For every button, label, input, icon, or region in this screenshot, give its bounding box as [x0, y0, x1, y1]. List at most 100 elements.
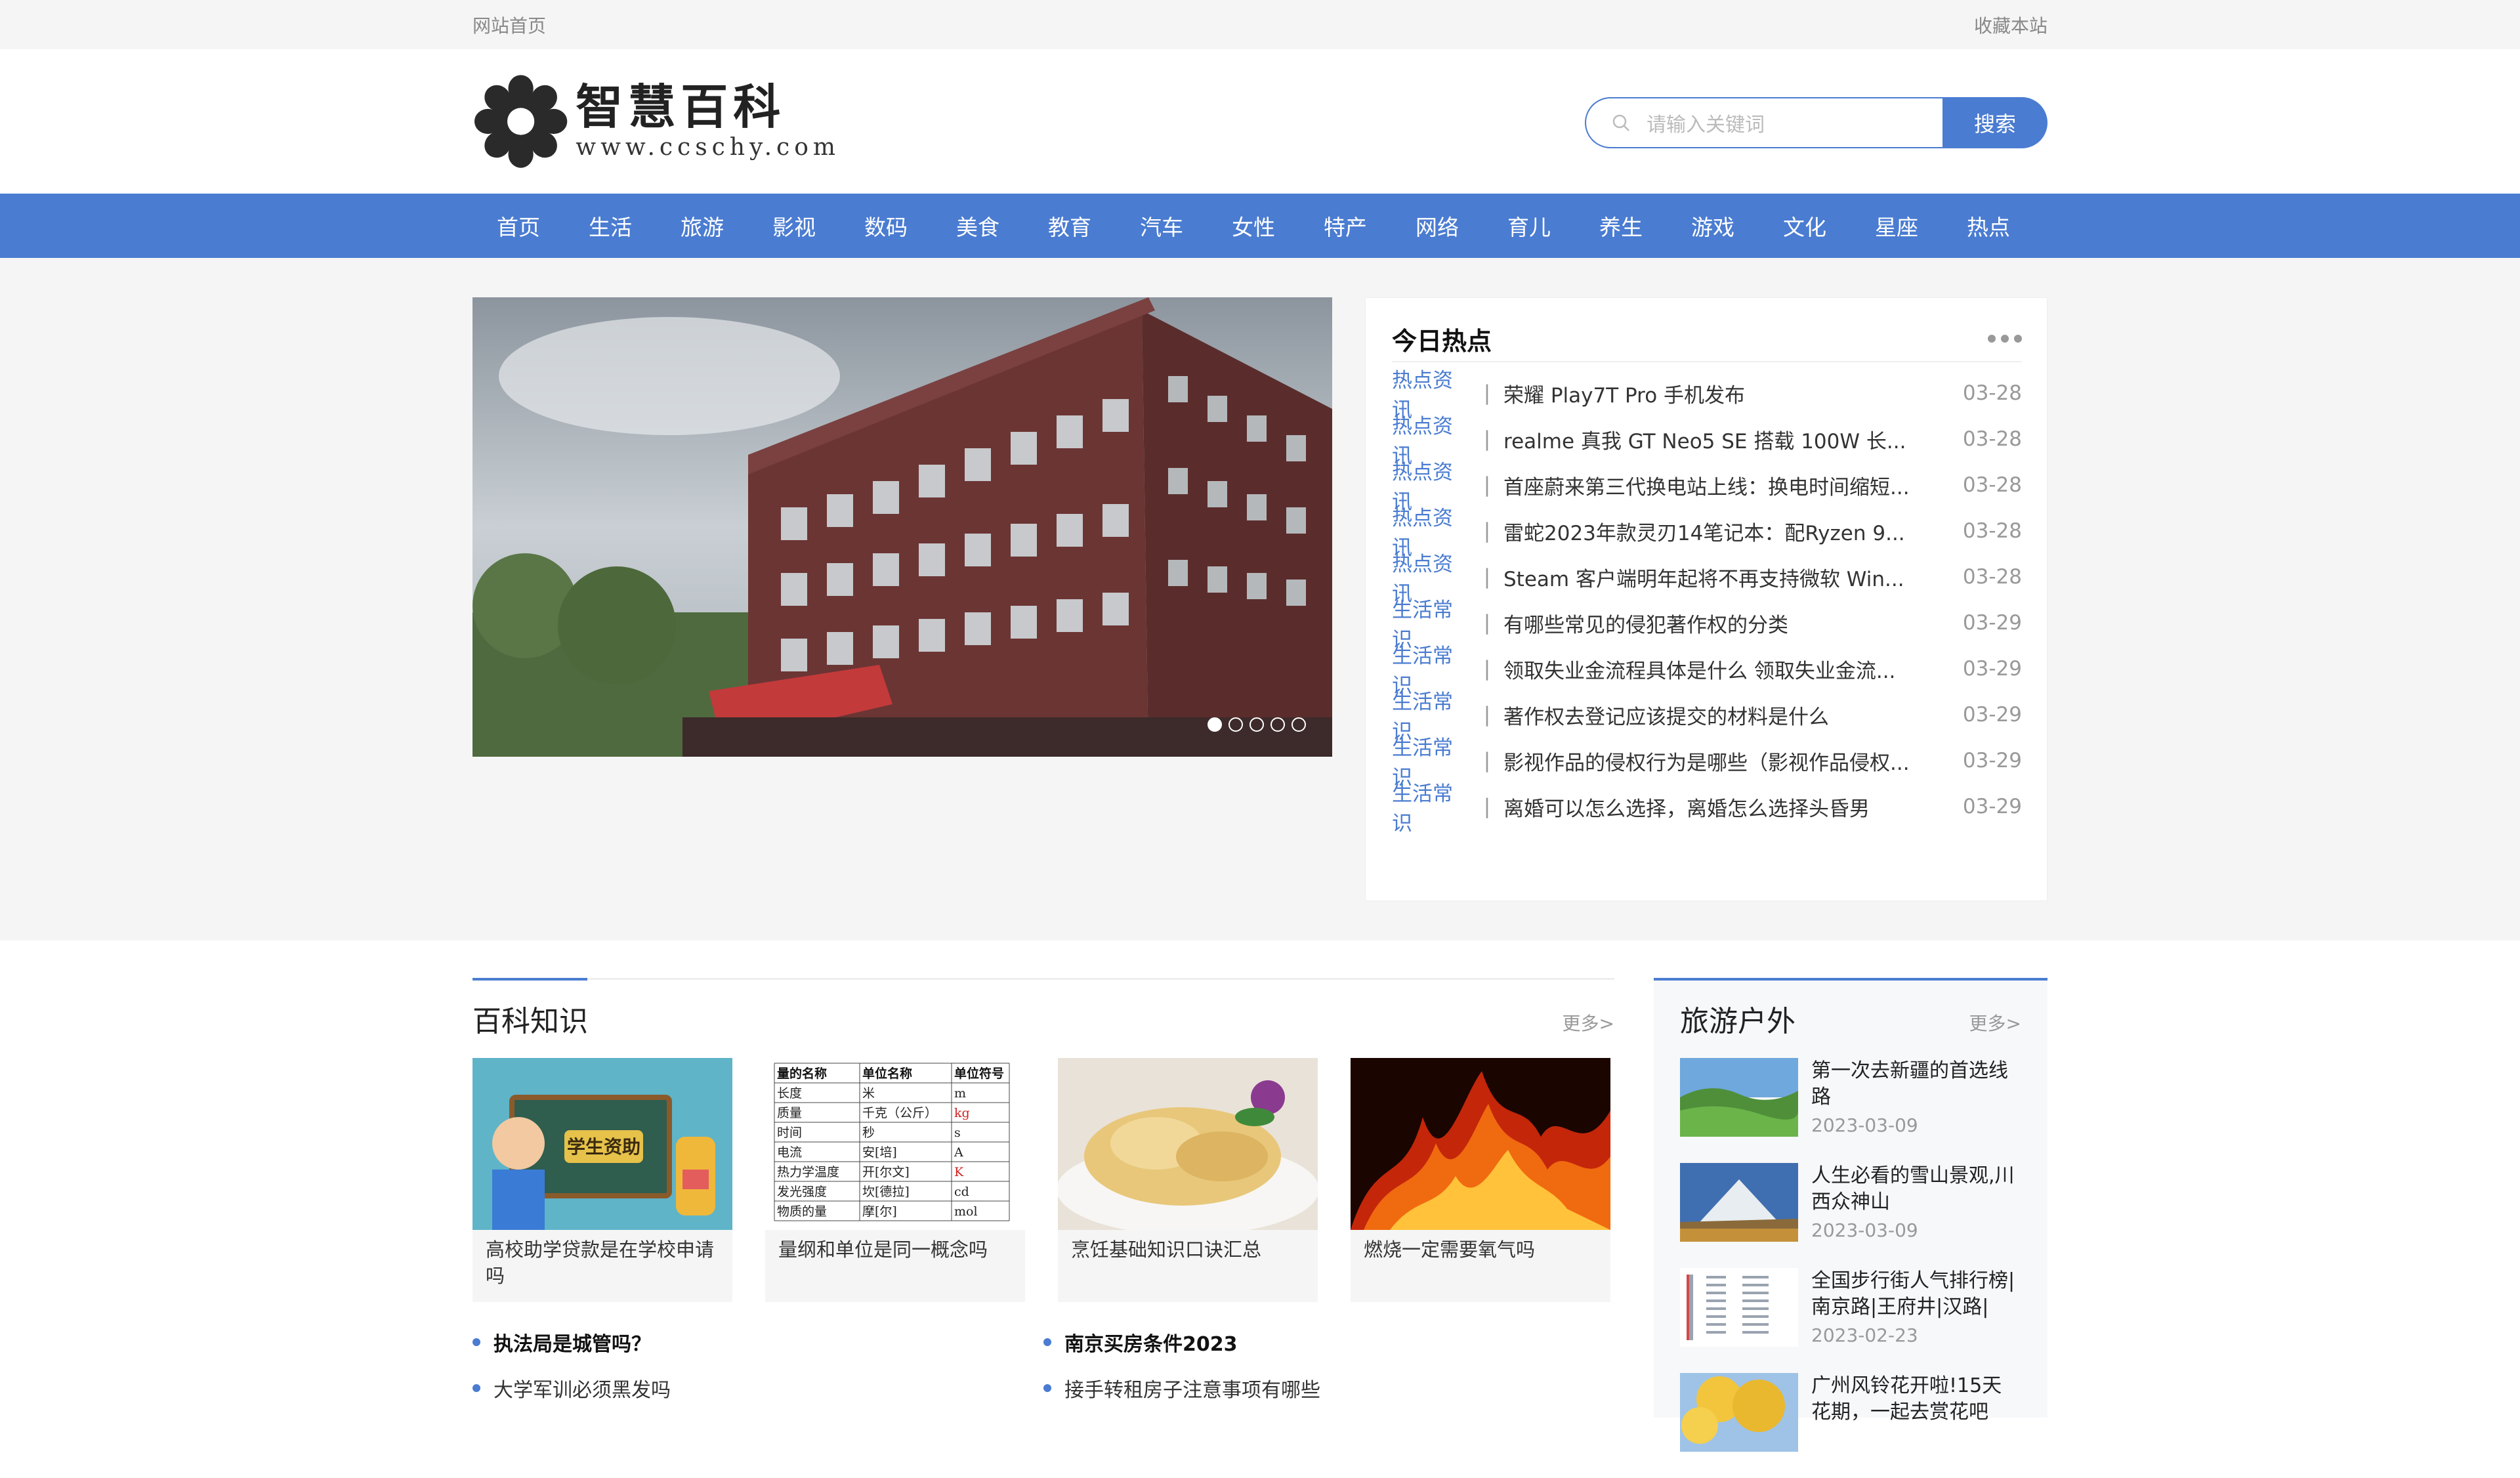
- hot-list-item[interactable]: 生活常识 | 离婚可以怎么选择，离婚怎么选择头昏男 03-29: [1392, 782, 2022, 835]
- section-divider: [1654, 978, 2048, 981]
- knowledge-card[interactable]: 量的名称 单位名称 单位符号 长度 米 m 质量 千克（公斤） kg 时间 秒 s 电流 安[培] A 热力学…: [765, 1058, 1025, 1302]
- knowledge-more-link[interactable]: 更多>: [1563, 1009, 1614, 1036]
- hot-list-item[interactable]: 生活常识 | 领取失业金流程具体是什么 领取失业金流... 03-29: [1392, 644, 2022, 698]
- knowledge-card[interactable]: 学生资助 高校助学贷款是在学校申请吗: [472, 1058, 732, 1302]
- ranking-list-image: [1680, 1268, 1798, 1347]
- carousel-dot-3[interactable]: [1250, 717, 1264, 732]
- hot-list-item[interactable]: 热点资讯 | 雷蛇2023年款灵刃14笔记本：配Ryzen 9... 03-28: [1392, 507, 2022, 560]
- knowledge-card[interactable]: 烹饪基础知识口诀汇总: [1058, 1058, 1318, 1302]
- units-table-cell: 时间: [777, 1126, 802, 1140]
- travel-item-title: 全国步行街人气排行榜|南京路|王府井|汉路|: [1811, 1269, 2015, 1319]
- chicken-dish-image: [1058, 1058, 1318, 1230]
- hot-list-item[interactable]: 生活常识 | 有哪些常见的侵犯著作权的分类 03-29: [1392, 599, 2022, 652]
- nav-item-parenting[interactable]: 育儿: [1483, 210, 1575, 242]
- separator: |: [1483, 565, 1491, 589]
- knowledge-cards: 学生资助 高校助学贷款是在学校申请吗 量的名称 单位名称 单位符号 长度 米 m 质量 千克（…: [472, 1058, 1610, 1302]
- units-table-cell: 秒: [862, 1126, 875, 1140]
- nav-item-auto[interactable]: 汽车: [1116, 210, 1208, 242]
- hot-list-item[interactable]: 热点资讯 | 首座蔚来第三代换电站上线：换电时间缩短... 03-28: [1392, 461, 2022, 514]
- nav-item-travel[interactable]: 旅游: [656, 210, 748, 242]
- units-table-cell: 热力学温度: [777, 1165, 839, 1179]
- nav-item-education[interactable]: 教育: [1024, 210, 1116, 242]
- nav-item-games[interactable]: 游戏: [1667, 210, 1759, 242]
- hot-item-title[interactable]: 荣耀 Play7T Pro 手机发布: [1503, 379, 1956, 408]
- list-item-text: 执法局是城管吗？: [494, 1333, 651, 1356]
- units-table-header: 单位名称: [862, 1066, 912, 1081]
- hot-item-title[interactable]: 有哪些常见的侵犯著作权的分类: [1503, 608, 1956, 638]
- section-divider: [472, 978, 1614, 981]
- carousel-building-image: [472, 297, 1332, 757]
- carousel-dot-4[interactable]: [1270, 717, 1285, 732]
- hot-list-item[interactable]: 热点资讯 | 荣耀 Play7T Pro 手机发布 03-28: [1392, 369, 2022, 422]
- travel-item[interactable]: 人生必看的雪山景观,川西众神山 2023-03-09: [1680, 1163, 2021, 1268]
- hot-item-title[interactable]: Steam 客户端明年起将不再支持微软 Win...: [1503, 562, 1956, 592]
- hot-item-category[interactable]: 生活常识: [1392, 777, 1471, 836]
- units-table-cell: 发光强度: [777, 1185, 827, 1199]
- knowledge-list-left: 执法局是城管吗？ 大学军训必须黑发吗: [472, 1319, 1043, 1411]
- units-table-cell: K: [954, 1165, 964, 1179]
- hot-item-title[interactable]: 雷蛇2023年款灵刃14笔记本：配Ryzen 9...: [1503, 517, 1956, 546]
- travel-item[interactable]: 全国步行街人气排行榜|南京路|王府井|汉路| 2023-02-23: [1680, 1268, 2021, 1373]
- search-button[interactable]: 搜索: [1942, 97, 2048, 148]
- nav-item-food[interactable]: 美食: [932, 210, 1024, 242]
- separator: |: [1483, 427, 1491, 451]
- hot-item-title[interactable]: 领取失业金流程具体是什么 领取失业金流...: [1503, 654, 1956, 684]
- list-item[interactable]: 南京买房条件2023: [1043, 1319, 1614, 1365]
- separator: |: [1483, 381, 1491, 405]
- hot-item-title[interactable]: 影视作品的侵权行为是哪些（影视作品侵权...: [1503, 746, 1956, 776]
- site-logo[interactable]: 智慧百科 www.ccschy.com: [472, 69, 840, 174]
- bullet-icon: [1043, 1384, 1051, 1392]
- hot-item-title[interactable]: realme 真我 GT Neo5 SE 搭载 100W 长...: [1503, 425, 1956, 454]
- separator: |: [1483, 749, 1491, 772]
- carousel-dot-1[interactable]: [1208, 717, 1222, 732]
- nav-item-health[interactable]: 养生: [1575, 210, 1667, 242]
- units-table-cell: m: [954, 1086, 966, 1101]
- units-table-cell: cd: [954, 1185, 969, 1199]
- hot-item-date: 03-29: [1962, 703, 2022, 727]
- travel-item-date: 2023-03-09: [1811, 1219, 1918, 1241]
- nav-item-women[interactable]: 女性: [1208, 210, 1299, 242]
- travel-more-link[interactable]: 更多>: [1969, 1009, 2021, 1036]
- travel-section: 旅游户外 更多> 第一次去新疆的首选线路 2023-03-09 人生必看的雪山景…: [1654, 978, 2048, 1452]
- knowledge-card[interactable]: 燃烧一定需要氧气吗: [1351, 1058, 1610, 1302]
- hot-list-item[interactable]: 生活常识 | 著作权去登记应该提交的材料是什么 03-29: [1392, 690, 2022, 744]
- nav-item-film[interactable]: 影视: [748, 210, 840, 242]
- hot-item-title[interactable]: 首座蔚来第三代换电站上线：换电时间缩短...: [1503, 471, 1956, 500]
- nav-item-life[interactable]: 生活: [564, 210, 656, 242]
- hot-item-title[interactable]: 著作权去登记应该提交的材料是什么: [1503, 700, 1956, 730]
- site-home-link[interactable]: 网站首页: [472, 12, 546, 38]
- nav-item-trending[interactable]: 热点: [1942, 210, 2034, 242]
- list-item[interactable]: 执法局是城管吗？: [472, 1319, 1043, 1365]
- nav-item-home[interactable]: 首页: [472, 210, 564, 242]
- nav-item-culture[interactable]: 文化: [1759, 210, 1851, 242]
- nav-item-digital[interactable]: 数码: [840, 210, 932, 242]
- hot-list-item[interactable]: 热点资讯 | realme 真我 GT Neo5 SE 搭载 100W 长... 03…: [1392, 415, 2022, 468]
- travel-list: 第一次去新疆的首选线路 2023-03-09 人生必看的雪山景观,川西众神山 2…: [1680, 1058, 2021, 1478]
- bullet-icon: [472, 1384, 480, 1392]
- nav-item-specialty[interactable]: 特产: [1299, 210, 1391, 242]
- travel-item[interactable]: 第一次去新疆的首选线路 2023-03-09: [1680, 1058, 2021, 1163]
- hot-list-item[interactable]: 生活常识 | 影视作品的侵权行为是哪些（影视作品侵权... 03-29: [1392, 736, 2022, 790]
- travel-item-date: 2023-03-09: [1811, 1114, 1918, 1136]
- list-item[interactable]: 接手转租房子注意事项有哪些: [1043, 1365, 1614, 1411]
- image-carousel[interactable]: [472, 297, 1332, 757]
- list-item[interactable]: 大学军训必须黑发吗: [472, 1365, 1043, 1411]
- travel-item[interactable]: 广州风铃花开啦!15天花期，一起去赏花吧: [1680, 1373, 2021, 1478]
- carousel-dot-2[interactable]: [1228, 717, 1243, 732]
- nav-item-horoscope[interactable]: 星座: [1851, 210, 1942, 242]
- units-table-image: 量的名称 单位名称 单位符号 长度 米 m 质量 千克（公斤） kg 时间 秒 s 电流 安[培] A 热力学…: [765, 1058, 1025, 1230]
- separator: |: [1483, 473, 1491, 497]
- carousel-dot-5[interactable]: [1292, 717, 1306, 732]
- search-bar: 请输入关键词 搜索: [1585, 97, 2048, 148]
- hot-item-title[interactable]: 离婚可以怎么选择，离婚怎么选择头昏男: [1503, 792, 1956, 822]
- units-table-cell: 安[培]: [862, 1145, 897, 1160]
- nav-item-network[interactable]: 网络: [1391, 210, 1483, 242]
- search-input[interactable]: 请输入关键词: [1585, 97, 1942, 148]
- fire-image: [1351, 1058, 1610, 1230]
- separator: |: [1483, 611, 1491, 635]
- bookmark-link[interactable]: 收藏本站: [1974, 12, 2048, 38]
- separator: |: [1483, 657, 1491, 681]
- more-dots-icon[interactable]: [1988, 335, 2022, 343]
- hot-item-date: 03-28: [1962, 565, 2022, 589]
- hot-list-item[interactable]: 热点资讯 | Steam 客户端明年起将不再支持微软 Win... 03-28: [1392, 553, 2022, 606]
